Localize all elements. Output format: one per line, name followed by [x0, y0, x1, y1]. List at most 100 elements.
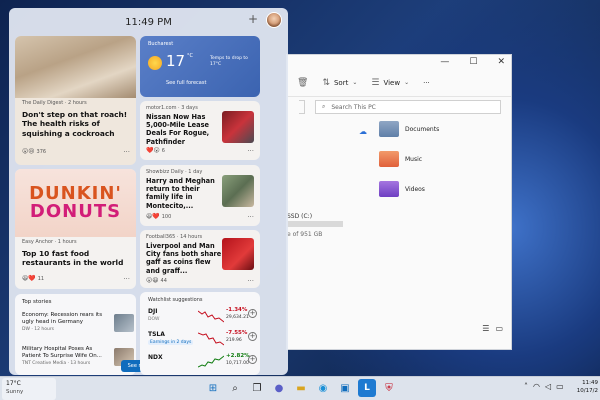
folder-music[interactable]: Music [379, 151, 422, 167]
news-source: The Daily Digest · 2 hours [22, 100, 87, 106]
story-item[interactable]: Military Hospital Poses As Patient To Su… [22, 346, 134, 366]
taskbar-clock[interactable]: 11:49 10/17/2 [577, 379, 598, 396]
task-view-icon[interactable]: ❐ [248, 379, 266, 397]
file-explorer-window[interactable]: — ☐ ✕ 🗑 ⇅ Sort ⌄ ☰ View ⌄ ··· ⌕ Search T… [286, 54, 512, 350]
reactions[interactable]: 😮😆 44 [146, 277, 167, 284]
more-icon[interactable]: ··· [247, 147, 254, 155]
details-view-icon[interactable]: ☰ [482, 324, 489, 333]
chevron-down-icon: ⌄ [352, 79, 358, 86]
reactions[interactable]: 😆❤️ 11 [22, 275, 44, 282]
news-source: Showbizz Daily · 1 day [146, 169, 202, 175]
folder-documents[interactable]: Documents [379, 121, 439, 137]
battery-icon[interactable]: ▭ [556, 382, 564, 391]
wifi-icon[interactable]: ◠ [533, 382, 540, 391]
stock-ticker: NDX [148, 354, 163, 361]
news-thumbnail [222, 175, 254, 207]
weather-card[interactable]: Bucharest 17 °C Temps to drop to 17°C Se… [140, 36, 260, 97]
security-app-icon[interactable]: ⛨ [380, 379, 398, 397]
watchlist-card: Watchlist suggestions DJI DOW -1.34% 29,… [140, 292, 260, 375]
stock-row[interactable]: TSLA Earnings in 2 days -7.55% 219.96 + [146, 329, 257, 351]
reaction-count: 11 [37, 275, 45, 282]
chat-icon[interactable]: ● [270, 379, 288, 397]
sort-button[interactable]: ⇅ Sort ⌄ [322, 78, 357, 88]
chevron-down-icon: ⌄ [404, 79, 410, 86]
avatar[interactable] [266, 12, 282, 28]
stock-change: -7.55% [226, 330, 248, 336]
stock-row[interactable]: NDX +2.82% 10,717.00 + [146, 352, 257, 374]
news-source: Easy Anchor · 1 hours [22, 239, 77, 245]
store-icon[interactable]: ▣ [336, 379, 354, 397]
reactions[interactable]: ❤️😮 6 [146, 147, 165, 154]
stock-sparkline [198, 310, 224, 323]
taskbar-weather-widget[interactable]: 17°C Sunny [2, 378, 56, 400]
add-to-watchlist-icon[interactable]: + [248, 309, 257, 318]
stock-row[interactable]: DJI DOW -1.34% 29,634.21 + [146, 306, 257, 328]
address-bar[interactable] [299, 100, 305, 114]
more-icon[interactable]: ··· [123, 148, 130, 156]
full-forecast-link[interactable]: See full forecast [166, 80, 206, 86]
news-headline: Top 10 fast food restaurants in the worl… [22, 249, 124, 268]
folder-videos[interactable]: Videos [379, 181, 425, 197]
taskbar-weather-temp: 17°C [6, 380, 21, 387]
view-button[interactable]: ☰ View ⌄ [371, 78, 409, 88]
edge-browser-icon[interactable]: ◉ [314, 379, 332, 397]
add-to-watchlist-icon[interactable]: + [248, 332, 257, 341]
add-to-watchlist-icon[interactable]: + [248, 355, 257, 364]
news-image: DUNKIN' DONUTS [15, 169, 136, 237]
reaction-count: 6 [161, 147, 165, 154]
news-card-fast-food[interactable]: DUNKIN' DONUTS Easy Anchor · 1 hours Top… [15, 169, 136, 289]
stock-change: -1.34% [226, 307, 248, 313]
chevron-up-icon[interactable]: ˄ [524, 382, 528, 391]
more-icon[interactable]: ··· [247, 213, 254, 221]
weather-note: Temps to drop to 17°C [210, 56, 248, 67]
news-thumbnail [222, 111, 254, 143]
explorer-address-row: ⌕ Search This PC [287, 97, 511, 117]
stock-ticker: DJI [148, 308, 158, 315]
news-card-liverpool[interactable]: Football365 · 14 hours Liverpool and Man… [140, 230, 260, 288]
search-icon[interactable]: ⌕ [226, 379, 244, 397]
news-card-nissan[interactable]: motor1.com · 3 days Nissan Now Has 5,000… [140, 101, 260, 160]
more-icon[interactable]: ··· [247, 277, 254, 285]
stock-subtitle: DOW [148, 317, 160, 322]
news-card-roach[interactable]: The Daily Digest · 2 hours Don't step on… [15, 36, 136, 165]
volume-icon[interactable]: ◁ [545, 382, 551, 391]
folder-label: Documents [405, 125, 440, 133]
drive-usage-bar [287, 221, 343, 227]
news-headline: Liverpool and Man City fans both share g… [146, 242, 222, 275]
start-icon[interactable]: ⊞ [204, 379, 222, 397]
stock-price: 29,634.21 [226, 315, 249, 320]
reactions[interactable]: 😮😢 376 [22, 148, 46, 155]
reactions[interactable]: 😆❤️ 100 [146, 213, 171, 220]
app-l-icon[interactable]: L [358, 379, 376, 397]
close-icon[interactable]: ✕ [497, 57, 505, 67]
clock-time: 11:49 [582, 380, 598, 386]
explorer-content: ☁ Documents Music Videos SSD (C:) e of 9… [287, 117, 511, 337]
top-stories-title: Top stories [22, 299, 52, 305]
view-toggle: ☰ ▭ [482, 324, 503, 333]
stock-subtitle: Earnings in 2 days [148, 340, 194, 345]
minimize-icon[interactable]: — [440, 57, 449, 67]
taskbar: 17°C Sunny ⊞ ⌕ ❐ ● ▬ ◉ ▣ L ⛨ ˄ ◠ ◁ ▭ 11:… [0, 376, 600, 400]
more-label: ··· [423, 78, 430, 87]
tiles-view-icon[interactable]: ▭ [495, 324, 503, 333]
delete-button[interactable]: 🗑 [297, 78, 308, 88]
sort-icon: ⇅ [322, 77, 330, 88]
story-item[interactable]: Economy: Recession rears its ugly head i… [22, 312, 134, 332]
more-icon[interactable]: ··· [123, 275, 130, 283]
reaction-count: 100 [161, 213, 172, 220]
source-text: The Daily Digest · 2 hours [22, 100, 87, 106]
news-headline: Nissan Now Has 5,000-Mile Lease Deals Fo… [146, 113, 210, 146]
music-folder-icon [379, 151, 399, 167]
news-card-harry-meghan[interactable]: Showbizz Daily · 1 day Harry and Meghan … [140, 165, 260, 226]
stock-price: 219.96 [226, 338, 242, 343]
folder-label: Music [405, 155, 423, 163]
search-input[interactable]: ⌕ Search This PC [315, 100, 501, 114]
widgets-time: 11:49 PM [125, 16, 172, 28]
more-options-button[interactable]: ··· [423, 79, 430, 87]
watchlist-title: Watchlist suggestions [148, 297, 203, 303]
cloud-icon: ☁ [359, 127, 367, 136]
source-text: Easy Anchor · 1 hours [22, 239, 77, 245]
file-explorer-icon[interactable]: ▬ [292, 379, 310, 397]
add-widget-button[interactable]: + [246, 12, 260, 26]
maximize-icon[interactable]: ☐ [469, 57, 477, 67]
